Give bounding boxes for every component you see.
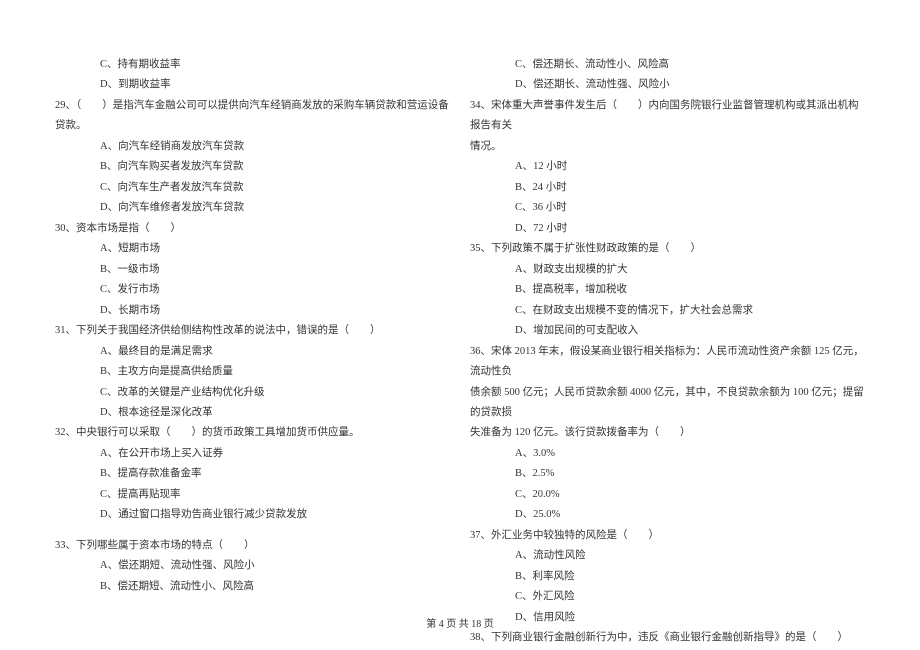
q31-text: 31、下列关于我国经济供给侧结构性改革的说法中，错误的是（ ）	[55, 321, 450, 341]
q35-text: 35、下列政策不属于扩张性财政政策的是（ ）	[470, 239, 865, 259]
q34-text: 34、宋体重大声誉事件发生后（ ）内向国务院银行业监督管理机构或其派出机构报告有…	[470, 96, 865, 137]
q34-option-a: A、12 小时	[470, 157, 865, 177]
q37-option-c: C、外汇风险	[470, 587, 865, 607]
q30-option-c: C、发行市场	[55, 280, 450, 300]
q32-option-a: A、在公开市场上买入证券	[55, 444, 450, 464]
q37-text: 37、外汇业务中较独特的风险是（ ）	[470, 526, 865, 546]
q35-option-b: B、提高税率，增加税收	[470, 280, 865, 300]
q33-option-b: B、偿还期短、流动性小、风险高	[55, 577, 450, 597]
q30-text: 30、资本市场是指（ ）	[55, 219, 450, 239]
q36-option-c: C、20.0%	[470, 485, 865, 505]
q29-option-a: A、向汽车经销商发放汽车贷款	[55, 137, 450, 157]
q33-option-c: C、偿还期长、流动性小、风险高	[470, 55, 865, 75]
q37-option-b: B、利率风险	[470, 567, 865, 587]
q28-option-d: D、到期收益率	[55, 75, 450, 95]
q35-option-a: A、财政支出规模的扩大	[470, 260, 865, 280]
q36-option-b: B、2.5%	[470, 464, 865, 484]
q31-option-b: B、主攻方向是提高供给质量	[55, 362, 450, 382]
q29-option-c: C、向汽车生产者发放汽车贷款	[55, 178, 450, 198]
q32-option-c: C、提高再贴现率	[55, 485, 450, 505]
q38-text: 38、下列商业银行金融创新行为中，违反《商业银行金融创新指导》的是（ ）	[470, 628, 865, 648]
q36-option-a: A、3.0%	[470, 444, 865, 464]
q30-option-a: A、短期市场	[55, 239, 450, 259]
q32-option-b: B、提高存款准备金率	[55, 464, 450, 484]
q32-option-d: D、通过窗口指导劝告商业银行减少贷款发放	[55, 505, 450, 525]
q33-option-d: D、偿还期长、流动性强、风险小	[470, 75, 865, 95]
q29-option-b: B、向汽车购买者发放汽车贷款	[55, 157, 450, 177]
q36-continuation-1: 债余额 500 亿元；人民币贷款余额 4000 亿元，其中，不良贷款余额为 10…	[470, 383, 865, 424]
q31-option-c: C、改革的关键是产业结构优化升级	[55, 383, 450, 403]
q36-option-d: D、25.0%	[470, 505, 865, 525]
q33-option-a: A、偿还期短、流动性强、风险小	[55, 556, 450, 576]
q30-option-b: B、一级市场	[55, 260, 450, 280]
q36-continuation-2: 失准备为 120 亿元。该行贷款拨备率为（ ）	[470, 423, 865, 443]
q34-continuation: 情况。	[470, 137, 865, 157]
q34-option-c: C、36 小时	[470, 198, 865, 218]
q37-option-a: A、流动性风险	[470, 546, 865, 566]
left-column: C、持有期收益率 D、到期收益率 29、（ ）是指汽车金融公司可以提供向汽车经销…	[55, 55, 450, 595]
q31-option-d: D、根本途径是深化改革	[55, 403, 450, 423]
q31-option-a: A、最终目的是满足需求	[55, 342, 450, 362]
q28-option-c: C、持有期收益率	[55, 55, 450, 75]
q34-option-b: B、24 小时	[470, 178, 865, 198]
q29-text: 29、（ ）是指汽车金融公司可以提供向汽车经销商发放的采购车辆贷款和营运设备贷款…	[55, 96, 450, 137]
q30-option-d: D、长期市场	[55, 301, 450, 321]
page-content: C、持有期收益率 D、到期收益率 29、（ ）是指汽车金融公司可以提供向汽车经销…	[55, 55, 865, 595]
right-column: C、偿还期长、流动性小、风险高 D、偿还期长、流动性强、风险小 34、宋体重大声…	[470, 55, 865, 595]
q35-option-d: D、增加民间的可支配收入	[470, 321, 865, 341]
page-footer: 第 4 页 共 18 页	[0, 615, 920, 630]
q29-option-d: D、向汽车维修者发放汽车贷款	[55, 198, 450, 218]
q33-text: 33、下列哪些属于资本市场的特点（ ）	[55, 536, 450, 556]
q35-option-c: C、在财政支出规模不变的情况下，扩大社会总需求	[470, 301, 865, 321]
q32-text: 32、中央银行可以采取（ ）的货币政策工具增加货币供应量。	[55, 423, 450, 443]
q34-option-d: D、72 小时	[470, 219, 865, 239]
q36-text: 36、宋体 2013 年末，假设某商业银行相关指标为：人民币流动性资产余额 12…	[470, 342, 865, 383]
